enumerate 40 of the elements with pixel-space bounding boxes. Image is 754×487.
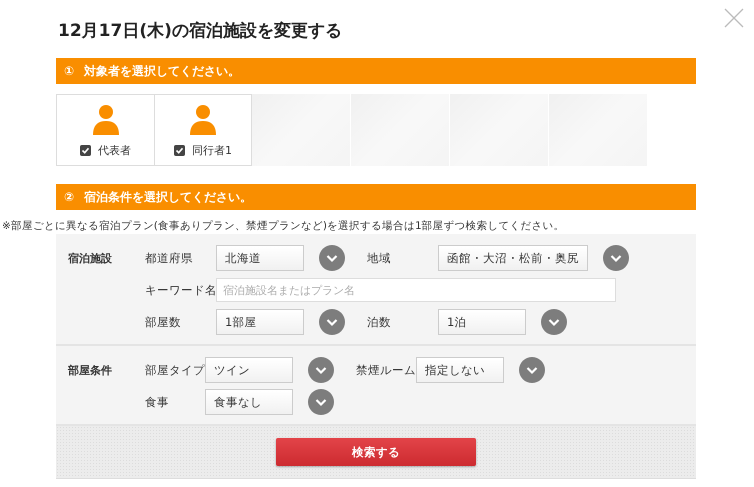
step-number: ② bbox=[64, 190, 74, 204]
section-heading: 宿泊施設 bbox=[67, 251, 113, 267]
dropdown-field[interactable]: 函館・大沼・松前・奥尻 bbox=[438, 245, 588, 271]
dialog-title: 12月17日(木)の宿泊施設を変更する bbox=[58, 20, 343, 43]
dropdown-caret-icon[interactable] bbox=[308, 389, 334, 415]
field-label: 泊数 bbox=[367, 314, 392, 330]
field-label: 部屋数 bbox=[145, 314, 182, 330]
dropdown-caret-icon[interactable] bbox=[519, 357, 545, 383]
dropdown-field[interactable]: 1泊 bbox=[438, 309, 526, 335]
dropdown-field[interactable]: 1部屋 bbox=[216, 309, 304, 335]
field-label: キーワード名 bbox=[145, 282, 216, 298]
dropdown-field[interactable]: 指定しない bbox=[416, 357, 504, 383]
dropdown-field[interactable]: 北海道 bbox=[216, 245, 304, 271]
field-label: 部屋タイプ bbox=[145, 362, 205, 378]
note-text: ※部屋ごとに異なる宿泊プラン(食事ありプラン、禁煙プランなど)を選択する場合は1部屋ずつ検索してください。 bbox=[2, 219, 566, 234]
dropdown-caret-icon[interactable] bbox=[319, 245, 345, 271]
step-number: ① bbox=[64, 64, 74, 78]
guest-label: 同行者1 bbox=[192, 143, 232, 158]
field-label: 地域 bbox=[367, 250, 392, 266]
keyword-field[interactable]: 宿泊施設名またはプラン名 bbox=[216, 278, 616, 302]
field-label: 都道府県 bbox=[145, 250, 194, 266]
guest-card[interactable]: 代表者 bbox=[56, 94, 154, 166]
dropdown-caret-icon[interactable] bbox=[319, 309, 345, 335]
field-label: 禁煙ルーム bbox=[356, 362, 416, 378]
search-button[interactable]: 検索する bbox=[276, 438, 476, 466]
guest-card[interactable]: 同行者1 bbox=[154, 94, 252, 166]
person-icon bbox=[92, 105, 118, 135]
checkbox[interactable] bbox=[174, 145, 185, 156]
dropdown-caret-icon[interactable] bbox=[541, 309, 567, 335]
person-icon bbox=[190, 105, 216, 135]
guest-label: 代表者 bbox=[98, 143, 131, 158]
checkbox[interactable] bbox=[80, 145, 91, 156]
step-label: 対象者を選択してください。 bbox=[84, 62, 240, 80]
dropdown-field[interactable]: ツイン bbox=[205, 357, 293, 383]
dropdown-field[interactable]: 食事なし bbox=[205, 389, 293, 415]
field-label: 食事 bbox=[145, 394, 170, 410]
dropdown-caret-icon[interactable] bbox=[603, 245, 629, 271]
step-label: 宿泊条件を選択してください。 bbox=[84, 188, 252, 206]
section-heading: 部屋条件 bbox=[66, 363, 113, 379]
dropdown-caret-icon[interactable] bbox=[308, 357, 334, 383]
